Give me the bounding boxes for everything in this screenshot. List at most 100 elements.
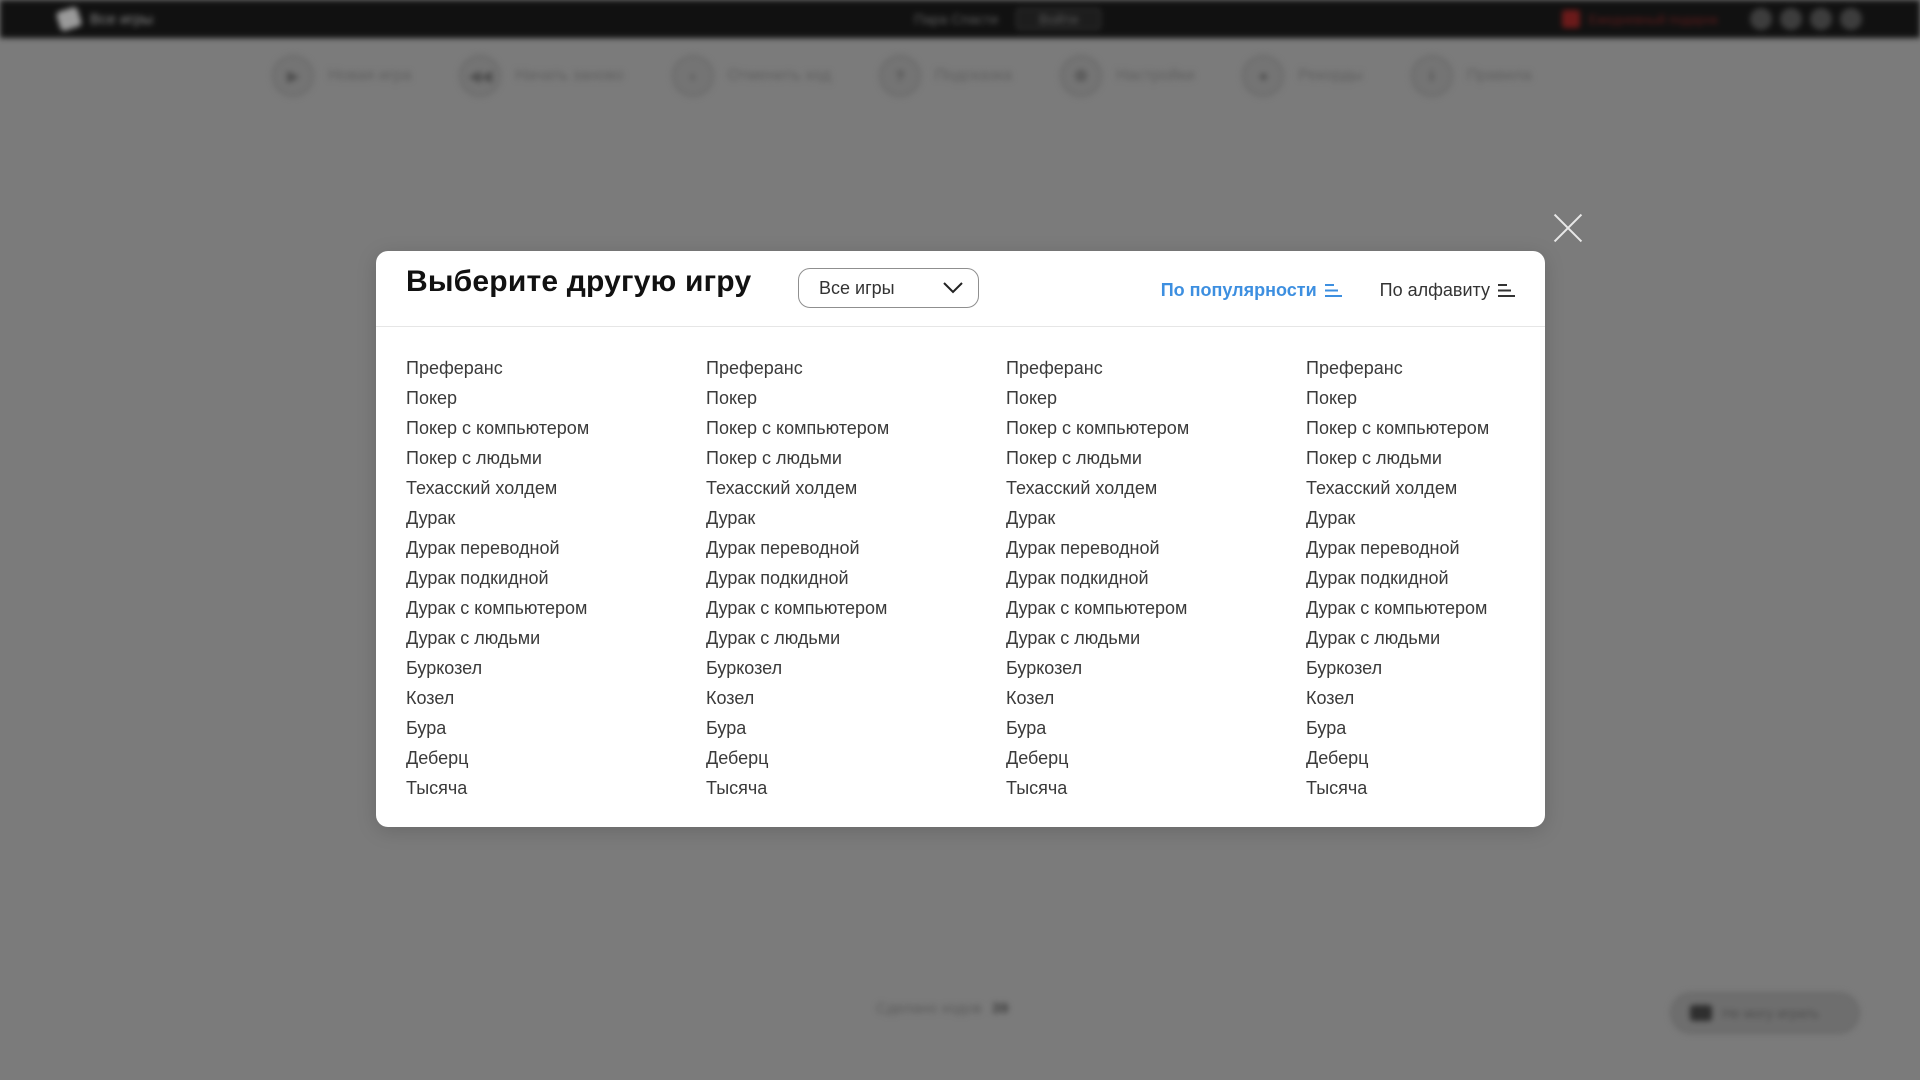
- game-link[interactable]: Дурак с компьютером: [1306, 593, 1516, 623]
- game-link[interactable]: Тысяча: [1306, 773, 1516, 803]
- game-link[interactable]: Дурак с компьютером: [1006, 593, 1306, 623]
- game-link[interactable]: Тысяча: [406, 773, 706, 803]
- feedback-button[interactable]: Не могу играть: [1670, 992, 1860, 1034]
- game-link[interactable]: Дурак подкидной: [1306, 563, 1516, 593]
- select-value: Все игры: [819, 277, 895, 298]
- game-link[interactable]: Дурак: [406, 503, 706, 533]
- rules-button[interactable]: i Правила: [1410, 55, 1532, 97]
- settings-icon: ⚙: [1059, 55, 1102, 97]
- login-button[interactable]: Войти: [1016, 8, 1102, 30]
- modal-header: Выберите другую игру Все игры По популяр…: [376, 251, 1545, 327]
- game-link[interactable]: Бура: [1306, 713, 1516, 743]
- game-link[interactable]: Дурак с людьми: [1006, 623, 1306, 653]
- game-link[interactable]: Бура: [706, 713, 1006, 743]
- game-link[interactable]: Дурак с людьми: [706, 623, 1006, 653]
- center-text: Пара Спасти: [914, 11, 999, 27]
- game-link[interactable]: Покер с компьютером: [406, 413, 706, 443]
- game-filter-select[interactable]: Все игры: [798, 268, 979, 308]
- game-link[interactable]: Дурак переводной: [706, 533, 1006, 563]
- game-link[interactable]: Покер: [406, 383, 706, 413]
- game-link[interactable]: Козел: [406, 683, 706, 713]
- play-icon: ▶: [272, 55, 314, 97]
- game-link[interactable]: Покер с компьютером: [1306, 413, 1516, 443]
- game-link[interactable]: Дурак с компьютером: [706, 593, 1006, 623]
- game-link[interactable]: Бура: [1006, 713, 1306, 743]
- game-link[interactable]: Бура: [406, 713, 706, 743]
- top-right: Ежедневный подарок: [1562, 8, 1862, 30]
- undo-button[interactable]: ‹ Отменить ход: [671, 55, 831, 97]
- new-game-button[interactable]: ▶ Новая игра: [272, 55, 411, 97]
- game-link[interactable]: Тысяча: [706, 773, 1006, 803]
- game-link[interactable]: Деберц: [1006, 743, 1306, 773]
- game-link[interactable]: Преферанс: [706, 353, 1006, 383]
- game-link[interactable]: Дурак с людьми: [406, 623, 706, 653]
- close-icon[interactable]: [1552, 212, 1584, 244]
- game-link[interactable]: Покер с компьютером: [706, 413, 1006, 443]
- game-link[interactable]: Техасский холдем: [1306, 473, 1516, 503]
- game-link[interactable]: Преферанс: [1006, 353, 1306, 383]
- social-button-1[interactable]: [1750, 8, 1772, 30]
- records-icon: ●: [1242, 55, 1285, 97]
- social-button-3[interactable]: [1810, 8, 1832, 30]
- game-toolbar: ▶ Новая игра ◀◀ Начать заново ‹ Отменить…: [272, 52, 1532, 100]
- game-link[interactable]: Деберц: [706, 743, 1006, 773]
- game-link[interactable]: Тысяча: [1006, 773, 1306, 803]
- game-link[interactable]: Дурак подкидной: [406, 563, 706, 593]
- records-button[interactable]: ● Рекорды: [1242, 55, 1363, 97]
- game-link[interactable]: Дурак с компьютером: [406, 593, 706, 623]
- social-button-4[interactable]: [1840, 8, 1862, 30]
- daily-gift-promo[interactable]: Ежедневный подарок: [1562, 10, 1718, 28]
- game-link[interactable]: Буркозел: [1306, 653, 1516, 683]
- sort-by-popularity[interactable]: По популярности: [1161, 280, 1342, 301]
- sort-alphabet-label: По алфавиту: [1379, 279, 1490, 300]
- game-link[interactable]: Козел: [1006, 683, 1306, 713]
- game-link[interactable]: Покер с компьютером: [1006, 413, 1306, 443]
- social-button-2[interactable]: [1780, 8, 1802, 30]
- moves-value: 39: [991, 1000, 1009, 1017]
- info-icon: i: [1410, 55, 1453, 97]
- game-link[interactable]: Покер с людьми: [406, 443, 706, 473]
- game-link[interactable]: Дурак с людьми: [1306, 623, 1516, 653]
- game-link[interactable]: Покер: [706, 383, 1006, 413]
- games-grid: Преферанс Покер Покер с компьютером Покер с…: [406, 353, 1516, 803]
- games-column: Преферанс Покер Покер с компьютером Покер с…: [706, 353, 1006, 803]
- restart-button[interactable]: ◀◀ Начать заново: [459, 55, 624, 97]
- game-link[interactable]: Покер с людьми: [706, 443, 1006, 473]
- game-link[interactable]: Дурак: [1306, 503, 1516, 533]
- all-games-link[interactable]: Все игры: [55, 6, 153, 32]
- sort-options: По популярности По алфавиту: [1161, 277, 1515, 303]
- tool-label: Новая игра: [328, 67, 412, 84]
- game-link[interactable]: Буркозел: [406, 653, 706, 683]
- sort-by-alphabet[interactable]: По алфавиту: [1380, 280, 1515, 301]
- game-link[interactable]: Буркозел: [706, 653, 1006, 683]
- game-link[interactable]: Преферанс: [406, 353, 706, 383]
- game-link[interactable]: Дурак подкидной: [706, 563, 1006, 593]
- gift-icon: [1562, 10, 1581, 28]
- game-link[interactable]: Буркозел: [1006, 653, 1306, 683]
- game-link[interactable]: Техасский холдем: [1006, 473, 1306, 503]
- game-link[interactable]: Техасский холдем: [406, 473, 706, 503]
- game-link[interactable]: Деберц: [406, 743, 706, 773]
- game-link[interactable]: Покер с людьми: [1006, 443, 1306, 473]
- game-link[interactable]: Покер с людьми: [1306, 443, 1516, 473]
- all-games-label: Все игры: [90, 10, 153, 28]
- game-link[interactable]: Дурак: [706, 503, 1006, 533]
- hint-button[interactable]: ? Подсказка: [878, 55, 1012, 97]
- game-link[interactable]: Покер: [1006, 383, 1306, 413]
- game-link[interactable]: Покер: [1306, 383, 1516, 413]
- moves-counter: Сделано ходов 39: [876, 1000, 1008, 1017]
- tool-label: Начать заново: [515, 67, 624, 84]
- game-link[interactable]: Дурак переводной: [1306, 533, 1516, 563]
- game-link[interactable]: Дурак переводной: [1006, 533, 1306, 563]
- game-select-modal: Выберите другую игру Все игры По популяр…: [376, 251, 1545, 827]
- game-link[interactable]: Дурак подкидной: [1006, 563, 1306, 593]
- game-link[interactable]: Техасский холдем: [706, 473, 1006, 503]
- game-link[interactable]: Козел: [706, 683, 1006, 713]
- game-link[interactable]: Дурак: [1006, 503, 1306, 533]
- game-link[interactable]: Козел: [1306, 683, 1516, 713]
- game-link[interactable]: Деберц: [1306, 743, 1516, 773]
- top-bar: Все игры Пара Спасти Войти Ежедневный по…: [0, 0, 1920, 38]
- game-link[interactable]: Дурак переводной: [406, 533, 706, 563]
- settings-button[interactable]: ⚙ Настройки: [1059, 55, 1194, 97]
- game-link[interactable]: Преферанс: [1306, 353, 1516, 383]
